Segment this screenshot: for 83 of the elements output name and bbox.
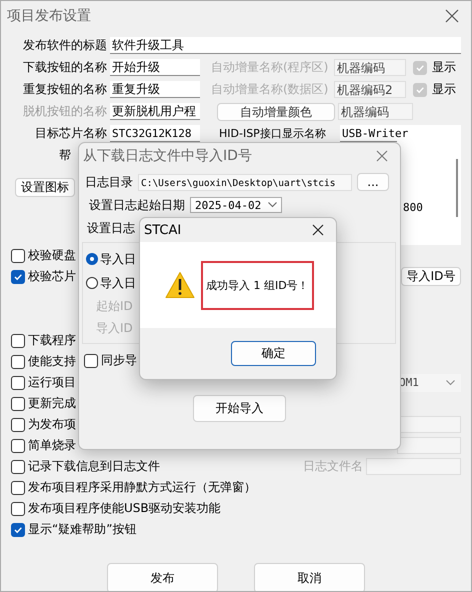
checkmark-icon [415, 62, 425, 72]
checkbox[interactable] [11, 438, 25, 452]
ok-button[interactable]: 确定 [231, 341, 316, 366]
checkbox[interactable] [11, 396, 25, 410]
field-label: 发布软件的标题 [22, 37, 107, 54]
checkbox[interactable] [11, 334, 25, 348]
caret-icon [268, 202, 277, 208]
title-field[interactable]: 软件升级工具 [110, 37, 461, 54]
import-id-button[interactable]: 导入ID号 [401, 267, 461, 286]
auto-increment-field[interactable]: 机器编码2 [334, 81, 406, 98]
checkbox[interactable] [11, 418, 25, 432]
dialog-title: 从下载日志文件中导入ID号 [83, 147, 252, 165]
show-label: 显示 [432, 81, 456, 98]
name-field[interactable]: 开始升级 [110, 59, 200, 76]
caret-icon [446, 380, 455, 386]
field-label: 脱机按钮的名称 [22, 103, 107, 120]
checkbox-label: 简单烧录 [28, 437, 76, 454]
show-checkbox[interactable] [413, 60, 427, 74]
close-icon[interactable] [445, 9, 459, 23]
browse-button[interactable]: ... [357, 173, 389, 191]
field-label: 下载按钮的名称 [22, 59, 107, 76]
checkmark-icon [13, 524, 23, 534]
field-label: 设置日志 [87, 220, 135, 236]
checkbox[interactable] [11, 270, 25, 284]
checkmark-icon [415, 84, 425, 94]
dialog-button[interactable]: 发布 [107, 563, 218, 591]
log-file-field[interactable] [366, 458, 461, 475]
checkbox-label: 同步导 [101, 352, 137, 369]
warning-icon [165, 271, 195, 299]
show-checkbox[interactable] [413, 82, 427, 96]
checkbox[interactable] [11, 376, 25, 390]
field-label: 重复按钮的名称 [22, 81, 107, 98]
checkmark-icon [13, 272, 23, 282]
checkbox-label: 发布项目程序采用静默方式运行（无弹窗） [28, 479, 256, 496]
radio-button[interactable] [86, 277, 98, 289]
set-icon-button[interactable]: 设置图标 [15, 178, 75, 197]
log-directory-field[interactable]: C:\Users\guoxin\Desktop\uart\stcis [138, 174, 352, 190]
dialog-button[interactable]: 取消 [254, 563, 365, 591]
checkbox[interactable] [11, 460, 25, 474]
checkbox[interactable] [11, 354, 25, 368]
checkbox-label: 使能支持 [28, 353, 76, 370]
checkbox[interactable] [11, 248, 25, 262]
field-label: 起始ID [96, 298, 133, 315]
message-text: 成功导入 1 组ID号！ [206, 278, 309, 292]
start-import-button[interactable]: 开始导入 [193, 395, 286, 422]
checkbox-label: 校验芯片 [28, 268, 76, 285]
name-field[interactable]: 重复升级 [110, 81, 200, 98]
checkbox[interactable] [11, 502, 25, 516]
text-field[interactable] [397, 437, 461, 454]
chip-field[interactable]: STC32G12K128 [110, 125, 200, 142]
help-text: 800 [403, 201, 423, 214]
checkbox-label: 运行项目 [28, 374, 76, 391]
window-title: 项目发布设置 [7, 7, 91, 25]
field-label: 设置日志起始日期 [89, 196, 185, 214]
checkbox-label: 显示“疑难帮助”按钮 [28, 521, 136, 538]
scrollbar[interactable] [456, 159, 458, 217]
field-label: 日志目录 [85, 174, 133, 190]
show-label: 显示 [432, 59, 456, 76]
close-icon[interactable] [312, 224, 324, 236]
auto-increment-label: 自动增量名称(程序区) [211, 59, 330, 76]
checkbox[interactable] [84, 354, 98, 368]
hid-name-field[interactable]: USB-Writer [340, 125, 461, 142]
auto-increment-label: 自动增量名称(数据区) [211, 81, 330, 98]
checkbox[interactable] [11, 480, 25, 494]
field-label: HID-ISP接口显示名称 [219, 126, 327, 141]
checkbox-label: 更新完成 [28, 395, 76, 412]
field-label: 导入ID [96, 320, 133, 337]
field-label: 目标芯片名称 [34, 125, 107, 142]
radio-label: 导入日 [100, 250, 136, 268]
checkbox-label: 为发布项 [28, 416, 76, 433]
auto-increment-field[interactable]: 机器编码 [334, 59, 406, 76]
checkbox-label: 发布项目程序使能USB驱动安装功能 [28, 500, 221, 517]
checkbox-label: 校验硬盘 [28, 247, 76, 264]
checkbox[interactable] [11, 522, 25, 536]
checkbox-label: 下载程序 [28, 332, 76, 349]
radio-label: 导入日 [100, 274, 136, 292]
help-text-area[interactable]: 800 [397, 141, 461, 245]
dialog-title: STCAI [144, 222, 182, 238]
log-file-label: 日志文件名 [303, 458, 363, 475]
date-picker[interactable]: 2025-04-02 [190, 197, 282, 213]
radio-button[interactable] [86, 253, 98, 265]
help-label: 帮 [59, 147, 72, 164]
checkbox-label: 记录下载信息到日志文件 [28, 458, 160, 475]
